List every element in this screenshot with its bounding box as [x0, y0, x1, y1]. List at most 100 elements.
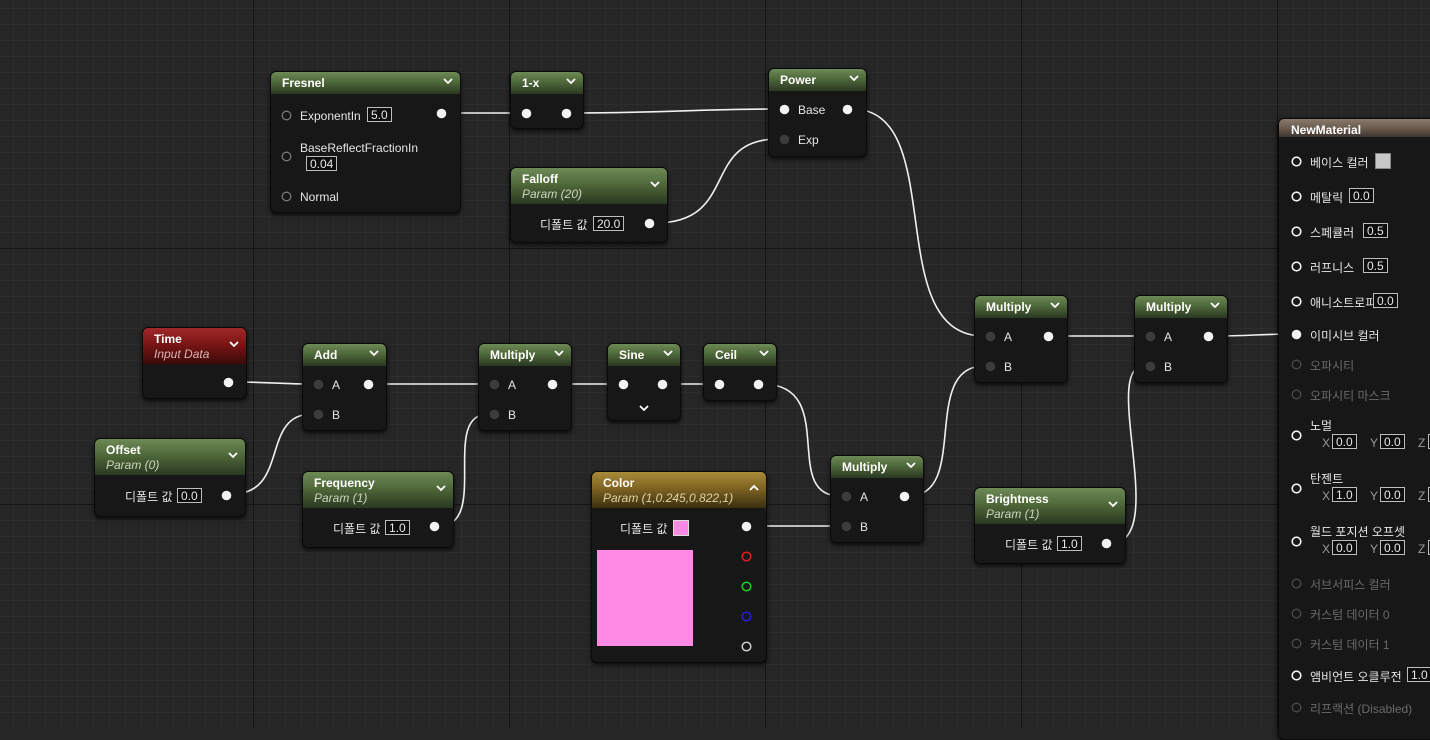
node-header[interactable]: Sine: [608, 344, 680, 366]
falloff-param-node[interactable]: Falloff Param (20) 디폴트 값 20.0: [510, 167, 668, 243]
normal-x-value[interactable]: 0.0: [1332, 434, 1357, 449]
tangent-pin[interactable]: [1291, 483, 1302, 494]
chevron-down-icon[interactable]: [435, 482, 447, 494]
output-pin[interactable]: [547, 379, 558, 390]
output-pin[interactable]: [1101, 538, 1112, 549]
input-pin-b[interactable]: [313, 409, 324, 420]
ao-pin[interactable]: [1291, 670, 1302, 681]
chevron-down-icon[interactable]: [758, 347, 770, 359]
node-header[interactable]: Brightness Param (1): [975, 488, 1125, 524]
normal-pin[interactable]: [1291, 430, 1302, 441]
subsurface-pin[interactable]: [1291, 578, 1302, 589]
input-pin[interactable]: [521, 108, 532, 119]
power-node[interactable]: Power Base Exp: [768, 68, 867, 157]
input-pin-b[interactable]: [1145, 361, 1156, 372]
material-output-node[interactable]: NewMaterial 베이스 컬러 메탈릭 0.0 스페큘러 0.5 러프니스…: [1278, 118, 1430, 740]
wpo-x-value[interactable]: 0.0: [1332, 540, 1357, 555]
node-header[interactable]: Ceil: [704, 344, 776, 366]
chevron-down-icon[interactable]: [1107, 498, 1119, 510]
output-pin[interactable]: [429, 521, 440, 532]
chevron-down-icon[interactable]: [442, 75, 454, 87]
sine-node[interactable]: Sine: [607, 343, 681, 421]
output-pin[interactable]: [1043, 331, 1054, 342]
base-reflect-value[interactable]: 0.04: [306, 156, 338, 171]
material-title[interactable]: NewMaterial: [1279, 119, 1430, 137]
input-pin-base[interactable]: [779, 104, 790, 115]
output-pin[interactable]: [1203, 331, 1214, 342]
input-pin[interactable]: [618, 379, 629, 390]
wpo-y-value[interactable]: 0.0: [1380, 540, 1405, 555]
exponent-value[interactable]: 5.0: [367, 107, 392, 122]
input-pin-exp[interactable]: [779, 134, 790, 145]
default-value[interactable]: 1.0: [385, 520, 410, 535]
input-pin-b[interactable]: [985, 361, 996, 372]
output-pin[interactable]: [657, 379, 668, 390]
add-node[interactable]: Add A B: [302, 343, 387, 431]
custom0-pin[interactable]: [1291, 608, 1302, 619]
node-header[interactable]: Multiply: [831, 456, 923, 478]
chevron-down-icon[interactable]: [649, 178, 661, 190]
input-pin[interactable]: [714, 379, 725, 390]
default-value[interactable]: 0.0: [177, 488, 202, 503]
input-pin-exponent[interactable]: [281, 110, 292, 121]
opacity-pin[interactable]: [1291, 359, 1302, 370]
input-pin-b[interactable]: [489, 409, 500, 420]
output-pin[interactable]: [221, 490, 232, 501]
emissive-pin[interactable]: [1291, 329, 1302, 340]
color-param-node[interactable]: Color Param (1,0.245,0.822,1) 디폴트 값: [591, 471, 767, 663]
input-pin-normal[interactable]: [281, 191, 292, 202]
refraction-pin[interactable]: [1291, 702, 1302, 713]
chevron-down-icon[interactable]: [227, 449, 239, 461]
chevron-down-icon[interactable]: [662, 347, 674, 359]
output-pin-a[interactable]: [741, 641, 752, 652]
frequency-param-node[interactable]: Frequency Param (1) 디폴트 값 1.0: [302, 471, 454, 548]
brightness-param-node[interactable]: Brightness Param (1) 디폴트 값 1.0: [974, 487, 1126, 564]
roughness-value[interactable]: 0.5: [1363, 258, 1388, 273]
tangent-x-value[interactable]: 1.0: [1332, 487, 1357, 502]
offset-param-node[interactable]: Offset Param (0) 디폴트 값 0.0: [94, 438, 246, 517]
ao-value[interactable]: 1.0: [1407, 667, 1430, 682]
node-header[interactable]: Multiply: [975, 296, 1067, 318]
node-header[interactable]: Fresnel: [271, 72, 460, 94]
base-color-swatch[interactable]: [1375, 153, 1391, 169]
output-pin[interactable]: [899, 491, 910, 502]
default-value[interactable]: 1.0: [1057, 536, 1082, 551]
default-color-swatch[interactable]: [673, 520, 689, 536]
node-header[interactable]: Color Param (1,0.245,0.822,1): [592, 472, 766, 508]
output-pin[interactable]: [753, 379, 764, 390]
default-value[interactable]: 20.0: [593, 216, 625, 231]
anisotropy-pin[interactable]: [1291, 296, 1302, 307]
chevron-down-icon[interactable]: [1049, 299, 1061, 311]
output-pin[interactable]: [223, 377, 234, 388]
output-pin[interactable]: [561, 108, 572, 119]
output-pin[interactable]: [644, 218, 655, 229]
multiply-node-3[interactable]: Multiply A B: [974, 295, 1068, 383]
input-pin-a[interactable]: [489, 379, 500, 390]
input-pin-a[interactable]: [313, 379, 324, 390]
chevron-up-icon[interactable]: [748, 482, 760, 494]
node-header[interactable]: Multiply: [479, 344, 571, 366]
custom1-pin[interactable]: [1291, 638, 1302, 649]
node-header[interactable]: 1-x: [511, 72, 583, 94]
input-pin-a[interactable]: [841, 491, 852, 502]
specular-value[interactable]: 0.5: [1363, 223, 1388, 238]
chevron-down-icon[interactable]: [1209, 299, 1221, 311]
chevron-down-icon[interactable]: [228, 338, 240, 350]
ceil-node[interactable]: Ceil: [703, 343, 777, 401]
output-pin-g[interactable]: [741, 581, 752, 592]
output-pin-rgb[interactable]: [741, 521, 752, 532]
specular-pin[interactable]: [1291, 226, 1302, 237]
metallic-pin[interactable]: [1291, 191, 1302, 202]
chevron-down-icon[interactable]: [848, 72, 860, 84]
base-color-pin[interactable]: [1291, 156, 1302, 167]
chevron-down-icon[interactable]: [565, 75, 577, 87]
node-header[interactable]: Time Input Data: [143, 328, 246, 364]
input-pin-base-reflect[interactable]: [281, 151, 292, 162]
normal-y-value[interactable]: 0.0: [1380, 434, 1405, 449]
expand-chevron-icon[interactable]: [638, 402, 650, 414]
fresnel-node[interactable]: Fresnel ExponentIn 5.0 BaseReflectFracti…: [270, 71, 461, 213]
node-header[interactable]: Offset Param (0): [95, 439, 245, 475]
roughness-pin[interactable]: [1291, 261, 1302, 272]
chevron-down-icon[interactable]: [553, 347, 565, 359]
input-pin-a[interactable]: [1145, 331, 1156, 342]
